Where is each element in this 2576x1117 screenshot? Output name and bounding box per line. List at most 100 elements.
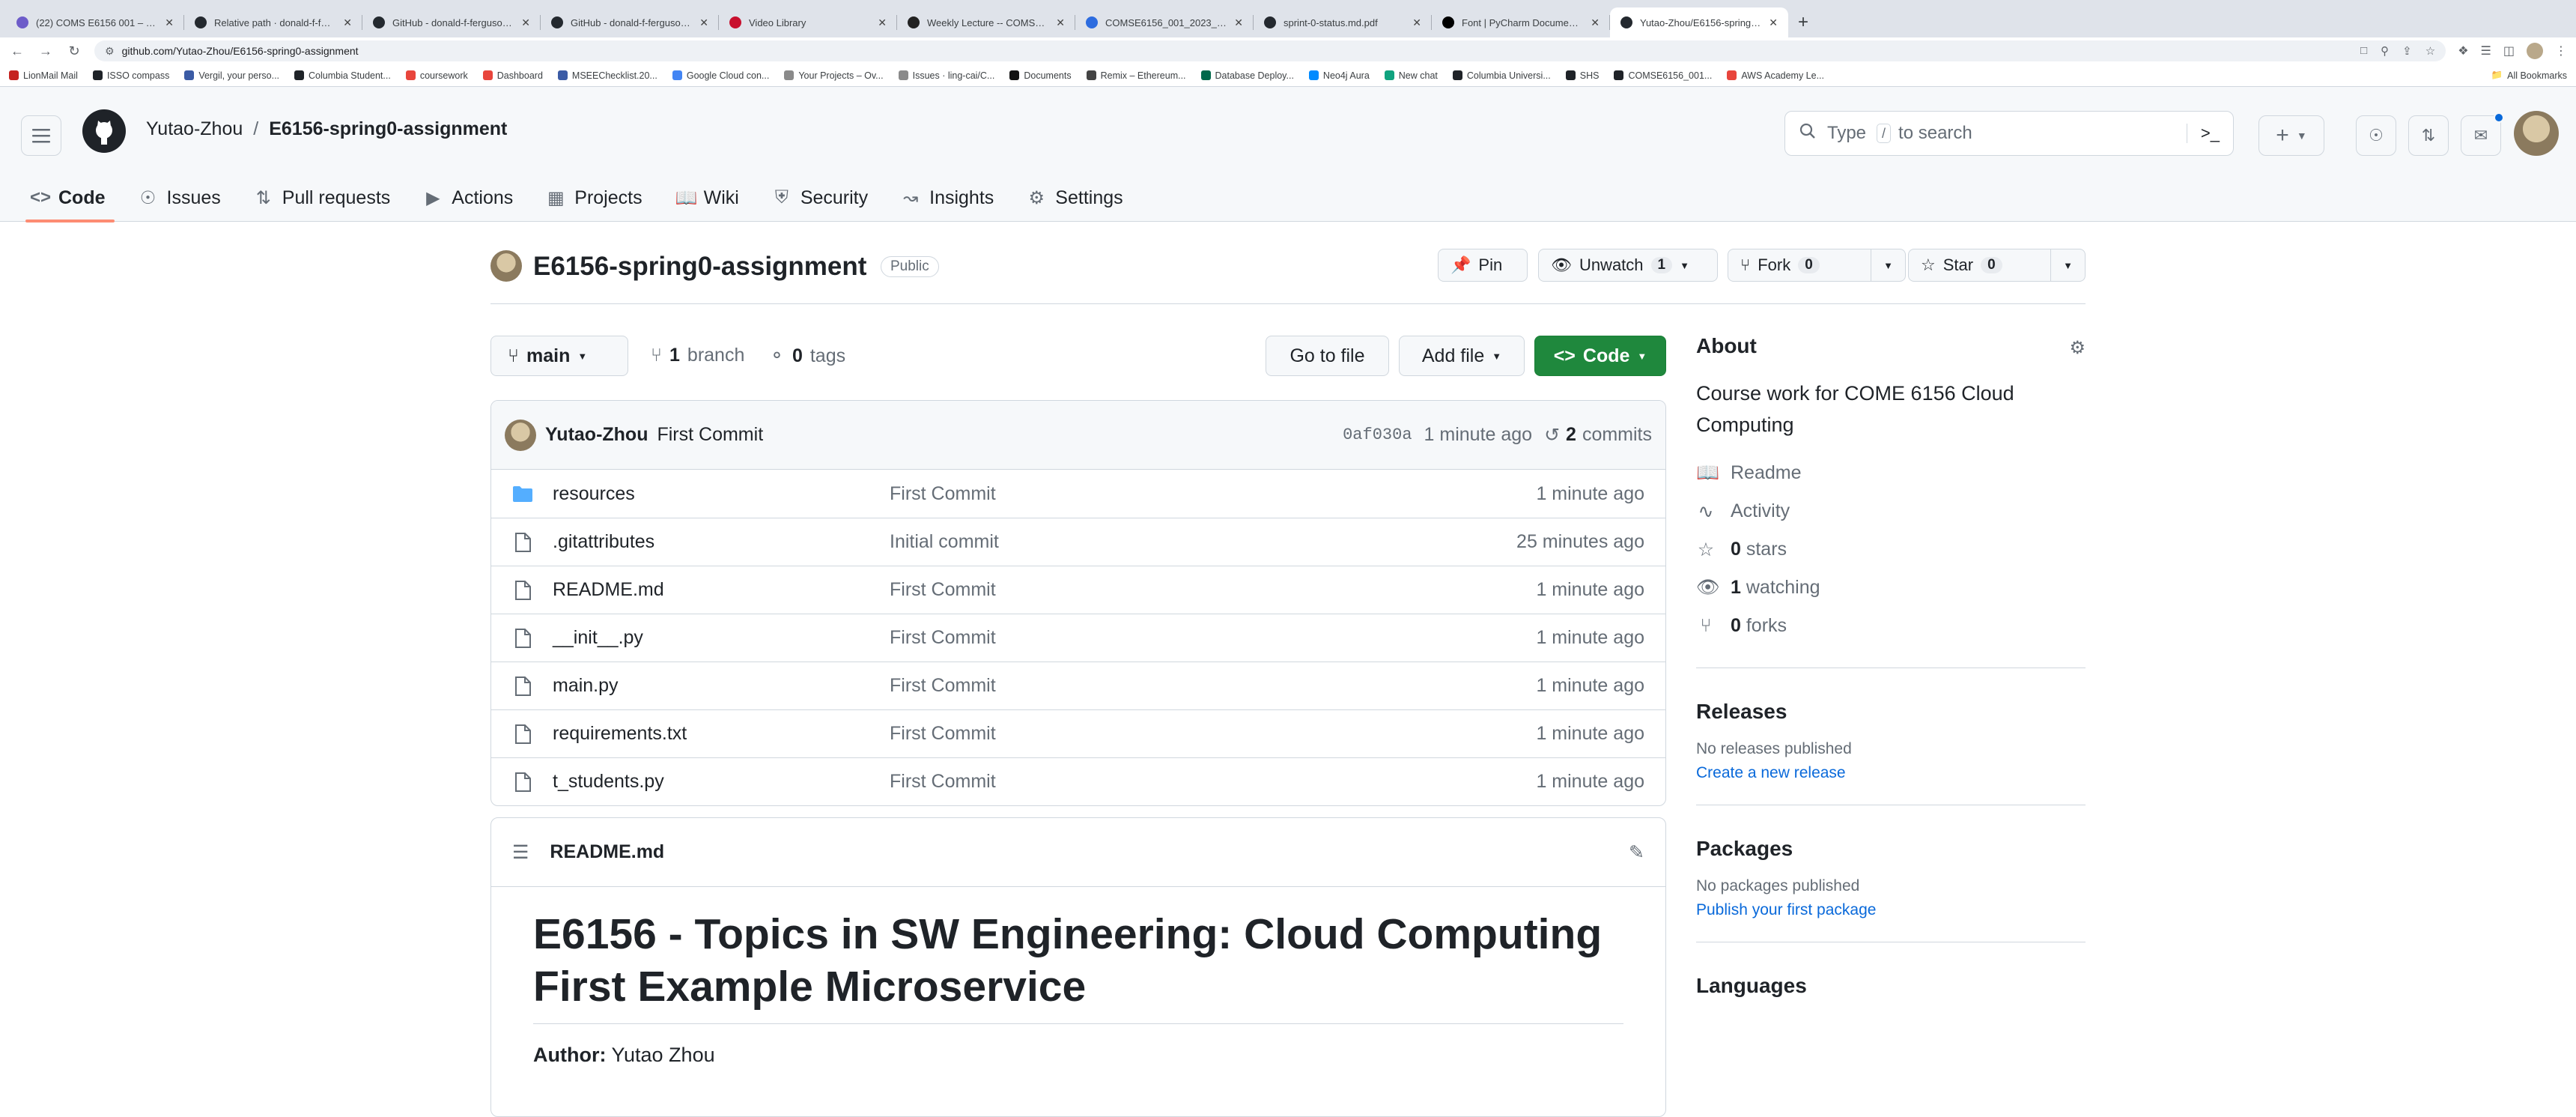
table-row[interactable]: resources First Commit 1 minute ago — [491, 470, 1665, 518]
url-text[interactable]: github.com/Yutao-Zhou/E6156-spring0-assi… — [122, 45, 359, 57]
stars-link[interactable]: ☆ 0 stars — [1696, 530, 2086, 569]
bookmark-item[interactable]: Dashboard — [482, 70, 543, 81]
packages-title[interactable]: Packages — [1696, 837, 2086, 861]
table-row[interactable]: requirements.txt First Commit 1 minute ago — [491, 709, 1665, 757]
go-to-file-button[interactable]: Go to file — [1266, 336, 1389, 376]
bookmark-item[interactable]: Google Cloud con... — [672, 70, 769, 81]
tab-close-icon[interactable]: ✕ — [699, 16, 708, 29]
profile-avatar[interactable] — [2527, 43, 2543, 59]
search-input[interactable]: Type / to search >_ — [1784, 111, 2234, 156]
site-info-icon[interactable]: ⚙ — [105, 45, 115, 58]
bookmark-item[interactable]: Vergil, your perso... — [184, 70, 279, 81]
publish-package-link[interactable]: Publish your first package — [1696, 901, 2086, 919]
browser-tab[interactable]: COMSE6156_001_2023_3 - T ✕ — [1075, 7, 1254, 37]
address-bar[interactable]: ⚙ github.com/Yutao-Zhou/E6156-spring0-as… — [94, 40, 2446, 61]
browser-tab[interactable]: Relative path · donald-f-fergu ✕ — [184, 7, 362, 37]
menu-button[interactable] — [21, 115, 61, 156]
bookmark-item[interactable]: New chat — [1384, 70, 1438, 81]
add-file-button[interactable]: Add file ▼ — [1399, 336, 1525, 376]
file-commit-message[interactable]: First Commit — [890, 579, 1536, 601]
table-row[interactable]: main.py First Commit 1 minute ago — [491, 662, 1665, 709]
star-dropdown[interactable]: ▼ — [2050, 249, 2085, 281]
table-row[interactable]: t_students.py First Commit 1 minute ago — [491, 757, 1665, 805]
tab-issues[interactable]: ☉ Issues — [139, 174, 240, 222]
bookmark-item[interactable]: SHS — [1565, 70, 1599, 81]
breadcrumb-owner[interactable]: Yutao-Zhou — [146, 118, 243, 140]
file-commit-message[interactable]: First Commit — [890, 483, 1536, 505]
repo-owner-avatar[interactable] — [490, 250, 522, 282]
commit-author[interactable]: Yutao-Zhou — [545, 424, 648, 446]
browser-tab[interactable]: Weekly Lecture -- COMSE6156 ✕ — [897, 7, 1075, 37]
github-logo-icon[interactable] — [82, 109, 126, 153]
create-release-link[interactable]: Create a new release — [1696, 764, 2086, 782]
commit-sha[interactable]: 0af030a — [1343, 426, 1412, 444]
tab-close-icon[interactable]: ✕ — [1769, 16, 1778, 29]
bookmark-item[interactable]: Your Projects – Ov... — [784, 70, 884, 81]
tab-close-icon[interactable]: ✕ — [1591, 16, 1600, 29]
browser-tab[interactable]: GitHub - donald-f-ferguson/E ✕ — [362, 7, 541, 37]
command-palette-icon[interactable]: >_ — [2186, 124, 2220, 143]
repo-title[interactable]: E6156-spring0-assignment — [533, 252, 866, 282]
file-name[interactable]: .gitattributes — [553, 531, 890, 553]
file-name[interactable]: README.md — [553, 579, 890, 601]
bookmark-item[interactable]: Documents — [1009, 70, 1072, 81]
tab-close-icon[interactable]: ✕ — [521, 16, 530, 29]
file-commit-message[interactable]: First Commit — [890, 675, 1536, 697]
tab-pull-requests[interactable]: ⇅ Pull requests — [254, 174, 410, 222]
bookmark-item[interactable]: Remix – Ethereum... — [1086, 70, 1186, 81]
bookmark-item[interactable]: MSEEChecklist.20... — [557, 70, 657, 81]
browser-tab[interactable]: Yutao-Zhou/E6156-spring0-a ✕ — [1610, 7, 1788, 37]
bookmark-item[interactable]: coursework — [405, 70, 468, 81]
table-row[interactable]: __init__.py First Commit 1 minute ago — [491, 614, 1665, 662]
tab-wiki[interactable]: 📖 Wiki — [675, 174, 759, 222]
file-name[interactable]: t_students.py — [553, 771, 890, 793]
branch-selector[interactable]: ⑂ main ▼ — [490, 336, 628, 376]
pull-requests-button[interactable]: ⇅ — [2408, 115, 2449, 156]
star-button[interactable]: ☆ Star 0 ▼ — [1908, 249, 2086, 282]
browser-menu-icon[interactable]: ⋮ — [2555, 43, 2567, 58]
tab-close-icon[interactable]: ✕ — [1412, 16, 1421, 29]
browser-tab[interactable]: GitHub - donald-f-ferguson/s ✕ — [541, 7, 719, 37]
bookmark-star-icon[interactable]: ☆ — [2425, 44, 2435, 58]
fork-dropdown[interactable]: ▼ — [1871, 249, 1905, 281]
table-row[interactable]: .gitattributes Initial commit 25 minutes a… — [491, 518, 1665, 566]
tab-close-icon[interactable]: ✕ — [1056, 16, 1065, 29]
readme-link[interactable]: 📖 Readme — [1696, 454, 2086, 492]
bookmark-item[interactable]: Issues · ling-cai/C... — [898, 70, 994, 81]
tab-projects[interactable]: ▦ Projects — [546, 174, 661, 222]
bookmark-item[interactable]: Neo4j Aura — [1308, 70, 1370, 81]
bookmark-item[interactable]: Columbia Universi... — [1452, 70, 1551, 81]
bookmark-item[interactable]: AWS Academy Le... — [1727, 70, 1824, 81]
file-name[interactable]: resources — [553, 483, 890, 505]
file-commit-message[interactable]: First Commit — [890, 723, 1536, 745]
watch-button[interactable]: 👁 Unwatch 1 ▼ — [1538, 249, 1718, 282]
forward-icon[interactable]: → — [37, 43, 54, 59]
user-avatar[interactable] — [2514, 111, 2559, 156]
reading-list-icon[interactable]: ☰ — [2481, 43, 2491, 58]
browser-tab[interactable]: (22) COMS E6156 001 – Ed D ✕ — [6, 7, 184, 37]
file-name[interactable]: main.py — [553, 675, 890, 697]
commit-message[interactable]: First Commit — [657, 424, 763, 446]
table-row[interactable]: README.md First Commit 1 minute ago — [491, 566, 1665, 614]
tab-close-icon[interactable]: ✕ — [165, 16, 174, 29]
browser-tab[interactable]: Video Library ✕ — [719, 7, 897, 37]
tab-settings[interactable]: ⚙ Settings — [1027, 174, 1142, 222]
fork-button[interactable]: ⑂ Fork 0 ▼ — [1728, 249, 1906, 282]
tab-close-icon[interactable]: ✕ — [878, 16, 887, 29]
gear-icon[interactable]: ⚙ — [2069, 337, 2086, 359]
edit-pencil-icon[interactable]: ✎ — [1629, 841, 1644, 864]
back-icon[interactable]: ← — [9, 43, 25, 59]
forks-link[interactable]: ⑂ 0 forks — [1696, 607, 2086, 645]
zoom-icon[interactable]: ⚲ — [2381, 44, 2389, 58]
commit-history-link[interactable]: ↺ 2 commits — [1544, 424, 1652, 447]
share-icon[interactable]: ⇪ — [2402, 44, 2412, 58]
new-tab-icon[interactable]: + — [1788, 7, 1818, 37]
tab-close-icon[interactable]: ✕ — [343, 16, 352, 29]
reload-icon[interactable]: ↻ — [66, 43, 82, 59]
file-commit-message[interactable]: First Commit — [890, 771, 1536, 793]
bookmark-item[interactable]: Database Deploy... — [1200, 70, 1294, 81]
code-button[interactable]: <> Code ▼ — [1534, 336, 1666, 376]
bookmark-item[interactable]: Columbia Student... — [294, 70, 391, 81]
tab-actions[interactable]: ▶ Actions — [423, 174, 532, 222]
bookmark-item[interactable]: LionMail Mail — [9, 70, 78, 81]
